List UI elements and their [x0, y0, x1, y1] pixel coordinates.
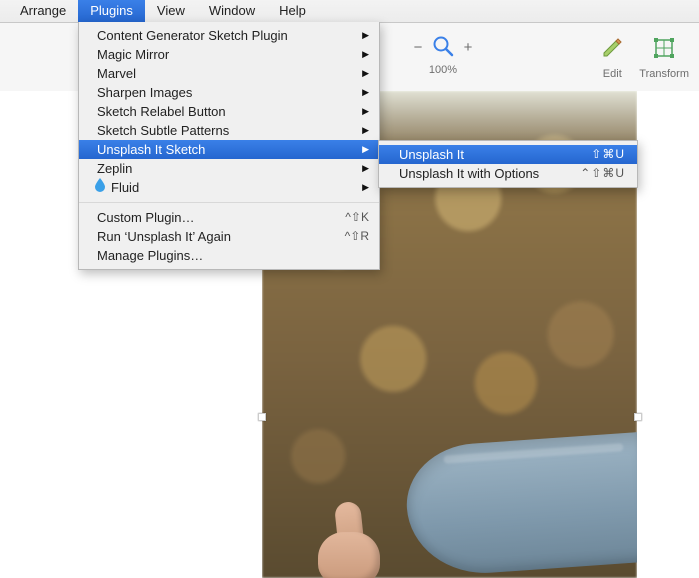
plugin-fluid[interactable]: Fluid	[79, 178, 379, 197]
zoom-in-button[interactable]: +	[462, 41, 474, 55]
menubar: Arrange Plugins View Window Help	[0, 0, 699, 23]
menu-separator	[79, 202, 379, 203]
zoom-control: − + 100%	[412, 35, 474, 76]
menu-window[interactable]: Window	[197, 0, 267, 22]
menu-arrange[interactable]: Arrange	[8, 0, 78, 22]
selection-handle-left[interactable]	[258, 413, 266, 421]
edit-tool[interactable]: Edit	[599, 35, 625, 80]
unsplash-submenu: Unsplash It ⇧⌘U Unsplash It with Options…	[378, 140, 638, 188]
plugin-content-generator[interactable]: Content Generator Sketch Plugin	[79, 26, 379, 45]
shortcut-label: ^⇧K	[345, 208, 369, 227]
shortcut-label: ⇧⌘U	[591, 145, 625, 164]
plugin-unsplash-it-sketch[interactable]: Unsplash It Sketch	[79, 140, 379, 159]
plugin-manage[interactable]: Manage Plugins…	[79, 246, 379, 265]
zoom-out-button[interactable]: −	[412, 41, 424, 55]
zoom-level-label: 100%	[429, 64, 457, 76]
submenu-unsplash-it-options[interactable]: Unsplash It with Options ⌃⇧⌘U	[379, 164, 637, 183]
selection-handle-right[interactable]	[634, 413, 642, 421]
droplet-icon	[93, 178, 107, 197]
pencil-icon	[599, 35, 625, 64]
plugin-magic-mirror[interactable]: Magic Mirror	[79, 45, 379, 64]
plugin-custom-plugin[interactable]: Custom Plugin… ^⇧K	[79, 208, 379, 227]
transform-tool[interactable]: Transform	[639, 35, 689, 80]
submenu-unsplash-it[interactable]: Unsplash It ⇧⌘U	[379, 145, 637, 164]
shortcut-label: ^⇧R	[345, 227, 369, 246]
transform-tool-label: Transform	[639, 68, 689, 80]
menu-plugins[interactable]: Plugins	[78, 0, 145, 22]
shortcut-label: ⌃⇧⌘U	[580, 164, 625, 183]
plugin-run-again[interactable]: Run ‘Unsplash It’ Again ^⇧R	[79, 227, 379, 246]
transform-icon	[651, 35, 677, 64]
plugin-sketch-subtle-patterns[interactable]: Sketch Subtle Patterns	[79, 121, 379, 140]
plugin-sharpen-images[interactable]: Sharpen Images	[79, 83, 379, 102]
magnifier-icon[interactable]	[432, 35, 454, 60]
plugin-sketch-relabel[interactable]: Sketch Relabel Button	[79, 102, 379, 121]
plugin-marvel[interactable]: Marvel	[79, 64, 379, 83]
edit-tool-label: Edit	[603, 68, 622, 80]
plugin-zeplin[interactable]: Zeplin	[79, 159, 379, 178]
plugins-menu: Content Generator Sketch Plugin Magic Mi…	[78, 22, 380, 270]
menu-help[interactable]: Help	[267, 0, 318, 22]
menu-view[interactable]: View	[145, 0, 197, 22]
